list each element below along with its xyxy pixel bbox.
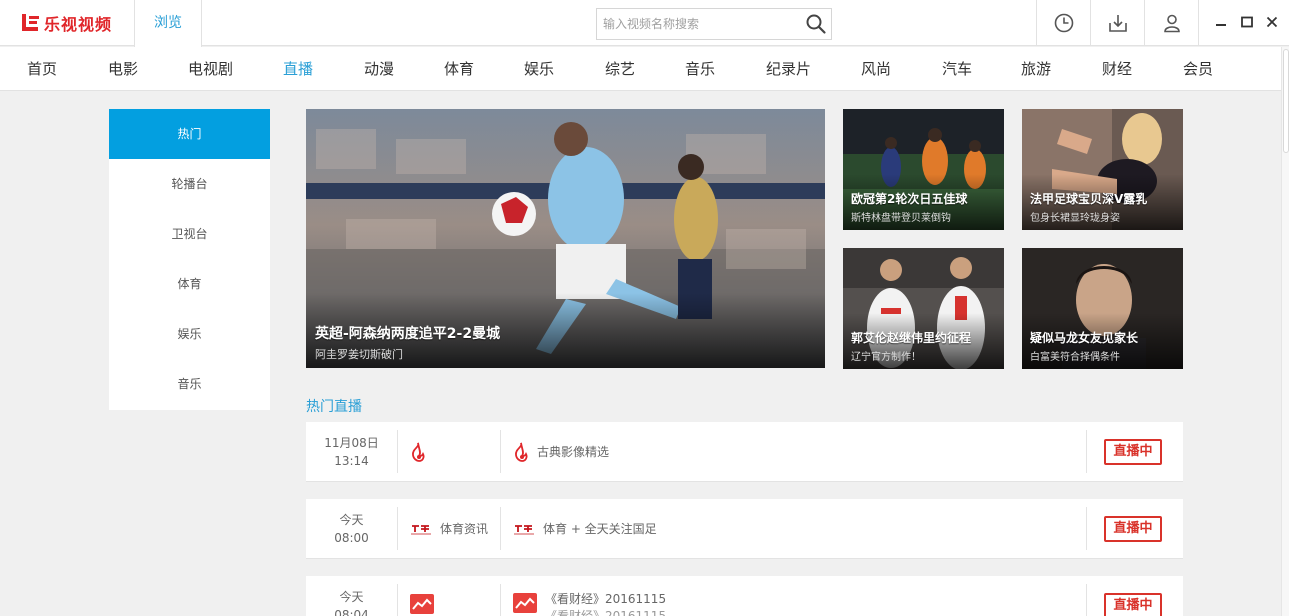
minimize-icon: [1216, 24, 1226, 26]
live-row-time: 今天 08:00: [306, 499, 397, 558]
live-row-channel-name: 体育资讯: [440, 522, 489, 536]
live-row-date: 11月08日: [324, 436, 379, 450]
hero-tile-title: 疑似马龙女友见家长: [1030, 331, 1139, 345]
hero-main-tile[interactable]: 英超-阿森纳两度追平2-2曼城 阿圭罗姜切斯破门: [306, 109, 825, 368]
live-row-program[interactable]: 体育 + 全天关注国足: [513, 499, 657, 558]
scrollbar[interactable]: [1281, 47, 1289, 616]
nav-item-travel[interactable]: 旅游: [1021, 47, 1051, 91]
nav-item-home[interactable]: 首页: [27, 47, 57, 91]
hero-tile-title: 法甲足球宝贝深V露乳: [1030, 192, 1148, 206]
hero-tile-subtitle: 辽宁官方制作！: [851, 352, 921, 363]
hero-tile-ucl[interactable]: 欧冠第2轮次日五佳球 斯特林盘带登贝莱倒钩: [843, 109, 1004, 230]
sports-channel-logo-icon: [410, 522, 432, 536]
nav-item-variety[interactable]: 综艺: [605, 47, 635, 91]
sidebar-item-entertainment[interactable]: 娱乐: [109, 309, 270, 359]
nav-item-movies[interactable]: 电影: [108, 47, 138, 91]
hero-tile-subtitle: 斯特林盘带登贝莱倒钩: [851, 213, 951, 224]
hero-tile-subtitle: 包身长裙显玲珑身姿: [1030, 213, 1120, 224]
hero-main-caption: 英超-阿森纳两度追平2-2曼城 阿圭罗姜切斯破门: [306, 293, 825, 368]
search-icon[interactable]: [805, 13, 827, 35]
minimize-button[interactable]: [1211, 12, 1231, 32]
tab-browse[interactable]: 浏览: [134, 0, 202, 47]
hero-tile-caption: 法甲足球宝贝深V露乳 包身长裙显玲珑身姿: [1022, 174, 1183, 230]
download-button[interactable]: [1090, 0, 1144, 46]
nav-item-music[interactable]: 音乐: [685, 47, 715, 91]
live-row[interactable]: 今天 08:00 体育资讯 体育 + 全天关注国足 直播中: [306, 499, 1183, 558]
search-input[interactable]: [597, 9, 797, 39]
finance-chart-icon: [513, 590, 537, 613]
nav-item-entertainment[interactable]: 娱乐: [524, 47, 554, 91]
category-nav: 首页 电影 电视剧 直播 动漫 体育 娱乐 综艺 音乐 纪录片 风尚 汽车 旅游 财经 会员: [0, 47, 1281, 91]
nav-item-live[interactable]: 直播: [283, 47, 313, 91]
flame-channel-icon: [513, 442, 529, 462]
live-now-button[interactable]: 直播中: [1104, 516, 1162, 542]
hero-tile-guo-ailun[interactable]: 郭艾伦赵继伟里约征程 辽宁官方制作！: [843, 248, 1004, 369]
live-row[interactable]: 11月08日 13:14 古典影像精选 直播中: [306, 422, 1183, 481]
hero-tile-title: 郭艾伦赵继伟里约征程: [851, 331, 972, 345]
hero-tile-subtitle: 白富美符合择偶条件: [1030, 352, 1120, 363]
hero-tile-caption: 欧冠第2轮次日五佳球 斯特林盘带登贝莱倒钩: [843, 174, 1004, 230]
app-logo-text: 乐视视频: [44, 15, 113, 34]
nav-item-finance[interactable]: 财经: [1102, 47, 1132, 91]
app-logo[interactable]: 乐视视频: [20, 10, 112, 36]
title-bar: 乐视视频 浏览: [0, 0, 1289, 47]
sidebar-item-carousel[interactable]: 轮播台: [109, 159, 270, 209]
maximize-button[interactable]: [1237, 12, 1257, 32]
nav-item-vip[interactable]: 会员: [1183, 47, 1213, 91]
letv-logo-icon: [20, 12, 40, 34]
live-row-program-title: 体育 + 全天关注国足: [543, 522, 657, 536]
sidebar-item-music[interactable]: 音乐: [109, 359, 270, 409]
flame-channel-icon: [410, 442, 426, 462]
nav-item-sports[interactable]: 体育: [444, 47, 474, 91]
user-icon: [1163, 14, 1180, 33]
nav-item-anime[interactable]: 动漫: [364, 47, 394, 91]
nav-item-tv-series[interactable]: 电视剧: [188, 47, 233, 91]
sports-channel-logo-icon: [513, 522, 535, 536]
live-row-program-subtitle: 《看财经》20161115: [545, 609, 667, 616]
search-box: [596, 8, 832, 40]
live-row-clock: 13:14: [334, 454, 369, 468]
live-row-clock: 08:00: [334, 531, 369, 545]
download-icon: [1108, 15, 1127, 32]
live-row-date: 今天: [339, 590, 364, 604]
live-now-button[interactable]: 直播中: [1104, 439, 1162, 465]
hero-tile-caption: 疑似马龙女友见家长 白富美符合择偶条件: [1022, 313, 1183, 369]
hero-main-subtitle: 阿圭罗姜切斯破门: [315, 348, 403, 361]
history-button[interactable]: [1036, 0, 1090, 46]
live-row-program[interactable]: 古典影像精选: [513, 422, 609, 481]
hero-tile-ma-long[interactable]: 疑似马龙女友见家长 白富美符合择偶条件: [1022, 248, 1183, 369]
live-row-channel[interactable]: [410, 422, 434, 481]
live-sidebar: 热门 轮播台 卫视台 体育 娱乐 音乐: [109, 109, 270, 410]
close-icon: [1266, 16, 1278, 28]
live-row-channel[interactable]: [410, 576, 442, 616]
live-row-time: 11月08日 13:14: [306, 422, 397, 481]
section-title-hot-live: 热门直播: [306, 399, 362, 415]
sidebar-item-satellite[interactable]: 卫视台: [109, 209, 270, 259]
hero-tile-ligue1[interactable]: 法甲足球宝贝深V露乳 包身长裙显玲珑身姿: [1022, 109, 1183, 230]
user-button[interactable]: [1144, 0, 1198, 46]
finance-chart-icon: [410, 594, 434, 614]
live-row-time: 今天 08:04: [306, 576, 397, 616]
nav-item-documentary[interactable]: 纪录片: [766, 47, 811, 91]
hero-main-title: 英超-阿森纳两度追平2-2曼城: [315, 326, 501, 342]
live-now-button[interactable]: 直播中: [1104, 593, 1162, 616]
maximize-icon: [1241, 16, 1253, 28]
live-row-program-title: 《看财经》20161115: [545, 592, 667, 606]
live-row-date: 今天: [339, 513, 364, 527]
sidebar-item-hot[interactable]: 热门: [109, 109, 270, 159]
sidebar-item-sports[interactable]: 体育: [109, 259, 270, 309]
scrollbar-thumb[interactable]: [1283, 49, 1289, 153]
nav-item-fashion[interactable]: 风尚: [861, 47, 891, 91]
live-row-program[interactable]: 《看财经》20161115 《看财经》20161115: [513, 576, 666, 616]
close-button[interactable]: [1262, 12, 1282, 32]
nav-item-auto[interactable]: 汽车: [942, 47, 972, 91]
hero-tile-caption: 郭艾伦赵继伟里约征程 辽宁官方制作！: [843, 313, 1004, 369]
clock-icon: [1054, 13, 1073, 33]
live-row-program-title: 古典影像精选: [537, 445, 610, 459]
hero-tile-title: 欧冠第2轮次日五佳球: [851, 192, 968, 206]
live-row[interactable]: 今天 08:04 《看财经》20161115 《看财经》20161115 直播中: [306, 576, 1183, 616]
live-row-clock: 08:04: [334, 608, 369, 616]
live-row-channel[interactable]: 体育资讯: [410, 499, 488, 558]
